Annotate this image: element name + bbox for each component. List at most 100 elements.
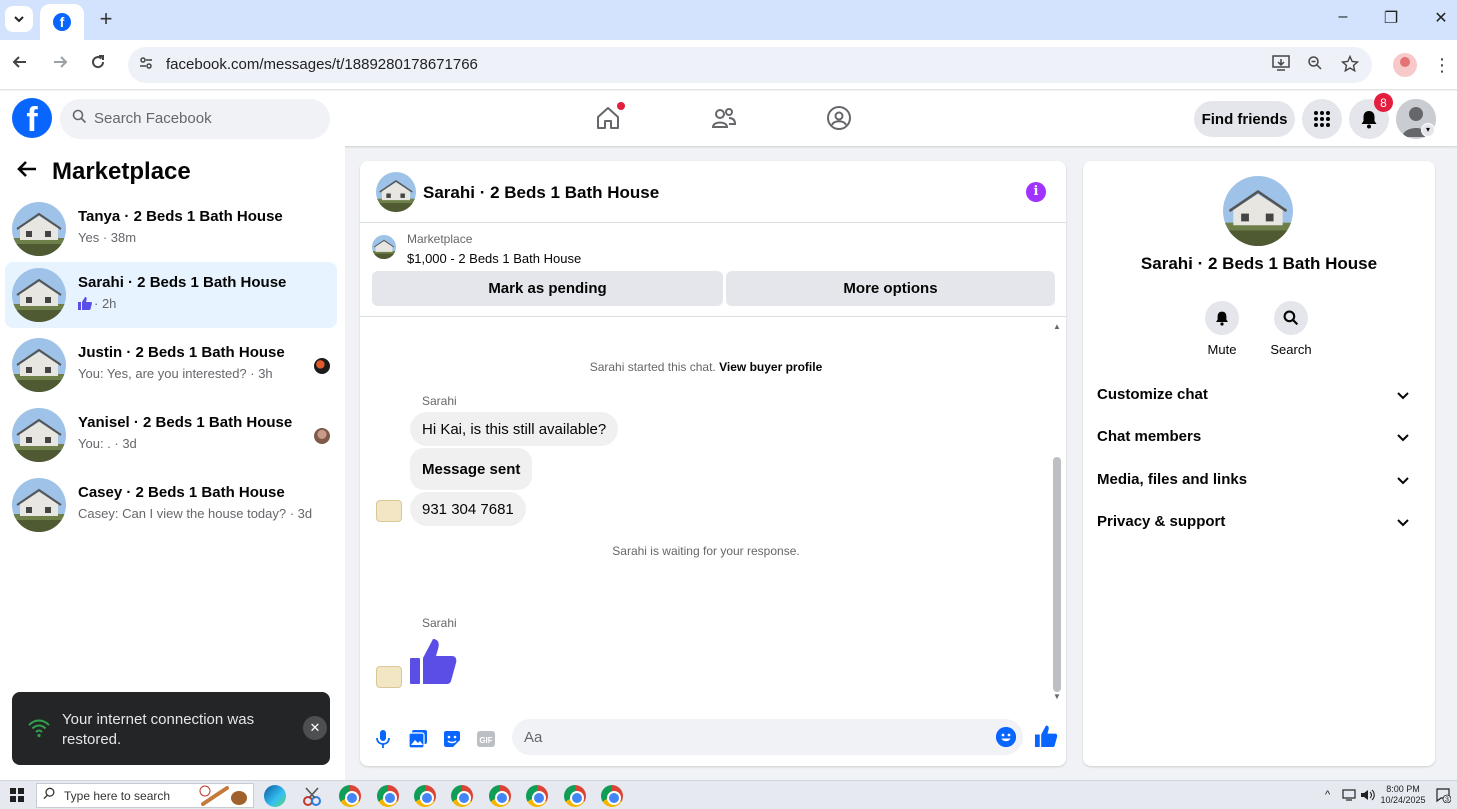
- send-like-button[interactable]: [1034, 724, 1058, 748]
- mark-as-pending-button[interactable]: Mark as pending: [372, 271, 723, 306]
- toast-close-button[interactable]: ✕: [303, 716, 327, 740]
- conversation-item-casey[interactable]: Casey · 2 Beds 1 Bath House Casey: Can I…: [5, 472, 337, 538]
- back-arrow-icon[interactable]: [16, 159, 42, 185]
- notif-count: 3: [1445, 797, 1449, 804]
- emoji-icon[interactable]: [996, 727, 1016, 747]
- forward-button[interactable]: [48, 53, 72, 77]
- sticker-icon[interactable]: [441, 728, 463, 750]
- message-bubble[interactable]: 931 304 7681: [410, 492, 526, 526]
- arrow-right-icon: [54, 56, 68, 68]
- minimize-button[interactable]: –: [1328, 8, 1358, 26]
- large-thumbs-up-icon[interactable]: [408, 636, 458, 686]
- windows-start-icon[interactable]: [10, 788, 24, 802]
- sender-avatar[interactable]: [376, 500, 402, 522]
- restore-button[interactable]: ❐: [1376, 8, 1406, 28]
- search-in-chat-button[interactable]: Search: [1261, 301, 1321, 357]
- seen-avatar: [314, 428, 330, 444]
- browser-menu-icon[interactable]: ⋮: [1432, 53, 1452, 77]
- taskbar-clock[interactable]: 8:00 PM 10/24/2025: [1378, 784, 1428, 806]
- scroll-thumb[interactable]: [1053, 457, 1061, 692]
- site-settings-icon[interactable]: [136, 55, 156, 75]
- chat-header: Sarahi · 2 Beds 1 Bath House i: [360, 161, 1066, 223]
- close-window-button[interactable]: ✕: [1426, 8, 1456, 28]
- gif-icon[interactable]: GIF: [475, 728, 497, 750]
- search-label: Search: [1270, 342, 1312, 357]
- media-files-links-section[interactable]: Media, files and links: [1091, 460, 1427, 500]
- new-tab-button[interactable]: +: [94, 7, 118, 31]
- photo-icon[interactable]: [407, 728, 429, 750]
- edge-taskbar-icon[interactable]: [264, 785, 286, 807]
- chrome-taskbar-icon[interactable]: [377, 785, 399, 807]
- more-options-button[interactable]: More options: [726, 271, 1055, 306]
- listing-title[interactable]: $1,000 - 2 Beds 1 Bath House: [407, 251, 581, 266]
- customize-chat-section[interactable]: Customize chat: [1091, 375, 1427, 415]
- back-button[interactable]: [8, 53, 32, 77]
- conversation-item-tanya[interactable]: Tanya · 2 Beds 1 Bath House Yes · 38m: [5, 196, 337, 262]
- network-icon[interactable]: [1342, 789, 1356, 804]
- facebook-tab[interactable]: f: [40, 4, 84, 40]
- browser-profile-avatar[interactable]: [1393, 53, 1417, 77]
- taskbar-search-text: Type here to search: [64, 789, 171, 803]
- conversation-preview: Casey: Can I view the house today? · 3d: [78, 506, 313, 521]
- chrome-taskbar-icon[interactable]: [564, 785, 586, 807]
- wifi-icon: [28, 718, 50, 740]
- chrome-taskbar-icon[interactable]: [451, 785, 473, 807]
- message-input[interactable]: [512, 719, 1023, 755]
- chrome-taskbar-icon[interactable]: [489, 785, 511, 807]
- snipping-tool-taskbar-icon[interactable]: [301, 785, 323, 807]
- groups-nav-button[interactable]: [824, 103, 854, 133]
- chat-members-section[interactable]: Chat members: [1091, 417, 1427, 457]
- home-icon: [597, 107, 619, 129]
- facebook-header: f Search Facebook Find friends 8 ▾: [0, 91, 1457, 146]
- search-icon: [43, 787, 56, 803]
- taskbar-search-box[interactable]: Type here to search: [36, 783, 254, 808]
- message-scrollbar[interactable]: ▲ ▼: [1052, 322, 1062, 702]
- scroll-up-arrow-icon[interactable]: ▲: [1052, 322, 1062, 331]
- message-bubble[interactable]: Hi Kai, is this still available?: [410, 412, 619, 446]
- zoom-icon[interactable]: [1305, 55, 1325, 75]
- conversation-item-justin[interactable]: Justin · 2 Beds 1 Bath House You: Yes, a…: [5, 332, 337, 398]
- chrome-taskbar-icon[interactable]: [526, 785, 548, 807]
- conversation-info-icon[interactable]: i: [1026, 182, 1046, 202]
- account-chevron-icon[interactable]: ▾: [1421, 123, 1435, 137]
- chrome-taskbar-icon[interactable]: [339, 785, 361, 807]
- bookmark-star-icon[interactable]: [1340, 54, 1360, 75]
- bell-icon: [1216, 311, 1228, 326]
- conversation-item-yanisel[interactable]: Yanisel · 2 Beds 1 Bath House You: . · 3…: [5, 402, 337, 468]
- sender-avatar[interactable]: [376, 666, 402, 688]
- install-app-icon[interactable]: [1271, 55, 1291, 75]
- conversation-preview-row: · 2h: [78, 296, 116, 311]
- search-icon: [70, 109, 88, 127]
- tray-chevron-up-icon[interactable]: ^: [1325, 789, 1330, 801]
- listing-thumbnail[interactable]: [372, 235, 396, 259]
- view-buyer-profile-link[interactable]: View buyer profile: [719, 360, 822, 374]
- mute-button[interactable]: Mute: [1192, 301, 1252, 357]
- menu-button[interactable]: [1302, 99, 1342, 139]
- action-center-icon[interactable]: 3: [1435, 787, 1452, 804]
- privacy-support-section[interactable]: Privacy & support: [1091, 502, 1427, 542]
- mute-circle[interactable]: [1205, 301, 1239, 335]
- friends-nav-button[interactable]: [709, 103, 739, 133]
- search-circle[interactable]: [1274, 301, 1308, 335]
- panel-title: Marketplace: [52, 158, 191, 185]
- volume-icon[interactable]: [1360, 789, 1376, 804]
- reload-button[interactable]: [86, 53, 110, 77]
- chat-title[interactable]: Sarahi · 2 Beds 1 Bath House: [423, 183, 659, 203]
- address-bar[interactable]: facebook.com/messages/t/1889280178671766: [128, 47, 1372, 83]
- scroll-down-arrow-icon[interactable]: ▼: [1052, 692, 1062, 701]
- chevron-down-icon: [1397, 434, 1409, 442]
- chat-house-avatar[interactable]: [376, 172, 416, 212]
- microphone-icon[interactable]: [372, 728, 394, 750]
- facebook-search-field[interactable]: Search Facebook: [60, 99, 330, 139]
- tab-search-button[interactable]: [5, 6, 33, 32]
- details-house-avatar[interactable]: [1223, 176, 1293, 246]
- conversation-item-sarahi[interactable]: Sarahi · 2 Beds 1 Bath House · 2h: [5, 262, 337, 328]
- conversation-list-panel: Marketplace Tanya · 2 Beds 1 Bath House …: [0, 146, 345, 780]
- facebook-logo-icon[interactable]: f: [12, 98, 52, 138]
- message-bubble[interactable]: Message sent: [410, 448, 533, 490]
- chrome-taskbar-icon[interactable]: [414, 785, 436, 807]
- house-thumbnail: [12, 338, 66, 392]
- find-friends-button[interactable]: Find friends: [1194, 101, 1295, 137]
- conversation-title: Justin · 2 Beds 1 Bath House: [78, 344, 285, 361]
- chrome-taskbar-icon[interactable]: [601, 785, 623, 807]
